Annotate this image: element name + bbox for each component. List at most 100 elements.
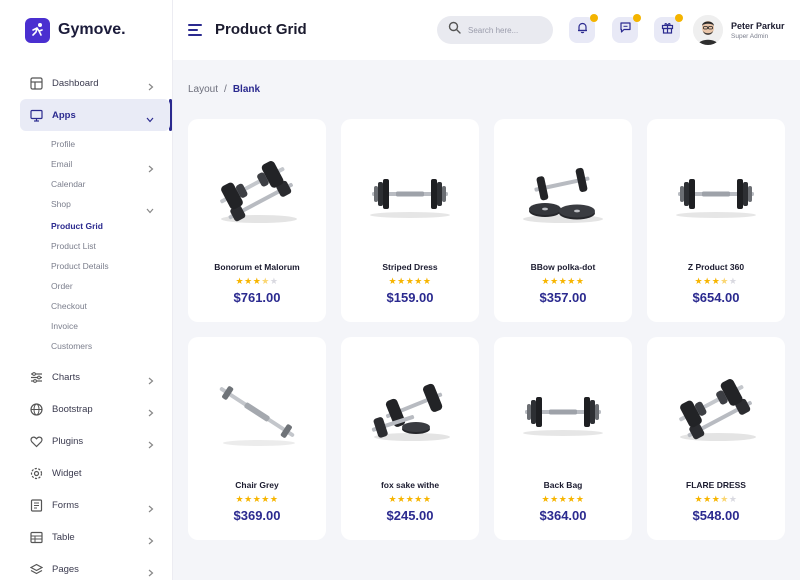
product-card[interactable]: fox sake withe ★★★★★ $245.00 <box>341 337 479 540</box>
product-price: $369.00 <box>233 508 281 523</box>
gifts-button[interactable] <box>654 14 683 43</box>
submenu-item-order[interactable]: Order <box>51 281 73 291</box>
star-icon: ★ <box>550 276 559 286</box>
dumbbell-icon <box>513 367 613 457</box>
sidebar-item-label: Plugins <box>52 435 84 447</box>
sidebar-item-widget[interactable]: Widget <box>20 457 170 489</box>
notifications-button[interactable] <box>569 14 598 43</box>
heart-icon <box>29 434 43 448</box>
star-icon: ★ <box>244 494 253 504</box>
brand-logo[interactable]: Gymove. <box>0 0 172 60</box>
product-card[interactable]: Striped Dress ★★★★★ $159.00 <box>341 119 479 322</box>
bell-icon <box>576 21 589 39</box>
sidebar-item-plugins[interactable]: Plugins <box>20 425 170 457</box>
star-icon: ★ <box>558 494 568 504</box>
product-card[interactable]: Bonorum et Malorum ★★★★★ $761.00 <box>188 119 326 322</box>
product-name: Chair Grey <box>235 480 279 490</box>
star-icon: ★ <box>541 494 551 504</box>
sidebar-item-pages[interactable]: Pages <box>20 553 170 580</box>
sidebar-item-forms[interactable]: Forms <box>20 489 170 521</box>
submenu-item-email[interactable]: Email <box>51 159 72 169</box>
star-icon: ★ <box>269 276 279 286</box>
product-name: fox sake withe <box>380 480 440 490</box>
star-icon: ★ <box>388 276 398 286</box>
chevron-down-icon <box>146 201 154 219</box>
gift-icon <box>661 21 674 39</box>
brand-name: Gymove. <box>58 21 126 38</box>
user-name: Peter Parkur <box>731 21 785 31</box>
user-profile[interactable]: Peter Parkur Super Admin <box>693 15 785 45</box>
product-card[interactable]: Back Bag ★★★★★ $364.00 <box>494 337 632 540</box>
star-icon: ★ <box>388 494 398 504</box>
sidebar-item-label: Widget <box>52 467 82 479</box>
monitor-icon <box>29 108 43 122</box>
star-icon: ★ <box>575 494 585 504</box>
sidebar-item-label: Charts <box>52 371 80 383</box>
product-price: $364.00 <box>539 508 587 523</box>
star-icon: ★ <box>261 276 270 286</box>
chevron-down-icon <box>146 110 154 128</box>
star-icon: ★ <box>397 494 406 504</box>
menu-toggle-icon[interactable] <box>188 24 202 36</box>
sidebar-item-label: Dashboard <box>52 77 99 89</box>
star-icon: ★ <box>414 276 423 286</box>
sidebar-item-label: Table <box>52 531 75 543</box>
submenu-item-profile[interactable]: Profile <box>51 139 75 149</box>
product-name: Striped Dress <box>382 262 438 272</box>
star-icon: ★ <box>711 276 721 286</box>
dumbbell-stack-icon <box>666 367 766 457</box>
product-name: Z Product 360 <box>687 262 745 272</box>
sidebar-item-table[interactable]: Table <box>20 521 170 553</box>
breadcrumb-layout[interactable]: Layout <box>188 84 218 95</box>
layers-icon <box>29 562 43 576</box>
submenu-item-product-grid[interactable]: Product Grid <box>51 221 103 231</box>
star-icon: ★ <box>405 494 415 504</box>
product-rating: ★★★★★ <box>341 494 479 505</box>
sidebar-item-label: Pages <box>52 563 79 575</box>
sidebar-item-label: Apps <box>52 109 76 121</box>
messages-button[interactable] <box>612 14 641 43</box>
chevron-right-icon <box>148 404 154 422</box>
sidebar-item-bootstrap[interactable]: Bootstrap <box>20 393 170 425</box>
product-name: BBow polka-dot <box>530 262 596 272</box>
product-rating: ★★★★★ <box>341 276 479 287</box>
product-card[interactable]: Z Product 360 ★★★★★ $654.00 <box>647 119 785 322</box>
submenu-item-calendar[interactable]: Calendar <box>51 179 86 189</box>
star-icon: ★ <box>252 494 262 504</box>
avatar <box>693 15 723 45</box>
product-price: $245.00 <box>386 508 434 523</box>
submenu-item-shop[interactable]: Shop <box>51 199 71 209</box>
star-icon: ★ <box>703 276 712 286</box>
star-icon: ★ <box>694 494 704 504</box>
top-header: Product Grid Peter Parkur Super Admin <box>173 0 800 60</box>
breadcrumb: Layout / Blank <box>188 84 260 95</box>
star-icon: ★ <box>422 276 432 286</box>
product-card[interactable]: BBow polka-dot ★★★★★ $357.00 <box>494 119 632 322</box>
submenu-item-invoice[interactable]: Invoice <box>51 321 78 331</box>
star-icon: ★ <box>235 494 245 504</box>
submenu-item-checkout[interactable]: Checkout <box>51 301 87 311</box>
breadcrumb-current: Blank <box>232 84 261 95</box>
sidebar-item-apps[interactable]: Apps <box>20 99 170 131</box>
submenu-item-product-list[interactable]: Product List <box>51 241 96 251</box>
star-icon: ★ <box>261 494 270 504</box>
submenu-item-product-details[interactable]: Product Details <box>51 261 109 271</box>
search-input[interactable] <box>468 25 548 35</box>
star-icon: ★ <box>567 276 576 286</box>
notification-dot <box>590 14 598 22</box>
product-card[interactable]: Chair Grey ★★★★★ $369.00 <box>188 337 326 540</box>
notification-dot <box>675 14 683 22</box>
sidebar-item-dashboard[interactable]: Dashboard <box>20 67 170 99</box>
sidebar-item-label: Forms <box>52 499 79 511</box>
star-icon: ★ <box>244 276 253 286</box>
product-rating: ★★★★★ <box>188 276 326 287</box>
submenu-item-customers[interactable]: Customers <box>51 341 92 351</box>
sidebar-item-charts[interactable]: Charts <box>20 361 170 393</box>
search-box[interactable] <box>437 16 553 44</box>
product-name: Bonorum et Malorum <box>214 262 300 272</box>
product-card[interactable]: FLARE DRESS ★★★★★ $548.00 <box>647 337 785 540</box>
dumbbell-stack-icon <box>207 149 307 239</box>
star-icon: ★ <box>235 276 245 286</box>
star-icon: ★ <box>703 494 712 504</box>
brand-logo-icon <box>25 17 50 43</box>
